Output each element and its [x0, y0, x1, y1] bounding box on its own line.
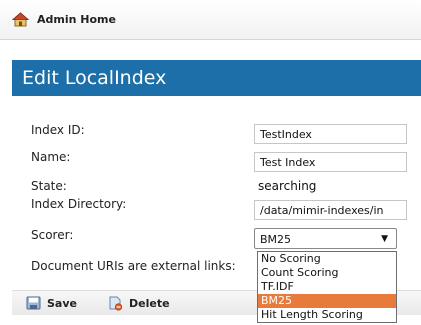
scorer-option-count-scoring[interactable]: Count Scoring: [258, 266, 396, 280]
scorer-option-hit-length-scoring[interactable]: Hit Length Scoring: [258, 308, 396, 322]
scorer-selected-value: BM25: [260, 233, 292, 246]
save-label: Save: [47, 296, 77, 310]
delete-button[interactable]: Delete: [108, 296, 170, 311]
state-value: searching: [258, 179, 317, 193]
scorer-dropdown-list[interactable]: No Scoring Count Scoring TF.IDF BM25 Hit…: [257, 251, 397, 323]
scorer-option-no-scoring[interactable]: No Scoring: [258, 252, 396, 266]
index-id-input[interactable]: TestIndex: [254, 124, 407, 144]
top-bar: Admin Home: [0, 0, 421, 40]
scorer-option-tf-idf[interactable]: TF.IDF: [258, 280, 396, 294]
name-input[interactable]: Test Index: [254, 152, 407, 172]
save-button[interactable]: Save: [26, 296, 77, 310]
scorer-label: Scorer:: [31, 228, 74, 242]
index-id-label: Index ID:: [31, 123, 85, 137]
admin-home-label: Admin Home: [37, 13, 116, 26]
page-title-band: Edit LocalIndex: [12, 60, 421, 96]
admin-home-link[interactable]: Admin Home: [12, 12, 116, 27]
delete-icon: [109, 296, 123, 311]
name-label: Name:: [31, 150, 71, 164]
home-icon: [12, 12, 29, 27]
page-title: Edit LocalIndex: [22, 67, 167, 89]
index-directory-input[interactable]: /data/mimir-indexes/in: [254, 200, 407, 220]
state-label: State:: [31, 179, 67, 193]
save-icon: [26, 296, 41, 310]
dropdown-arrow-icon: ▼: [381, 234, 388, 244]
delete-label: Delete: [129, 297, 170, 310]
external-links-label: Document URIs are external links:: [31, 259, 236, 273]
index-directory-label: Index Directory:: [31, 197, 127, 211]
scorer-option-bm25[interactable]: BM25: [258, 294, 396, 308]
scorer-select[interactable]: BM25 ▼: [254, 228, 397, 249]
